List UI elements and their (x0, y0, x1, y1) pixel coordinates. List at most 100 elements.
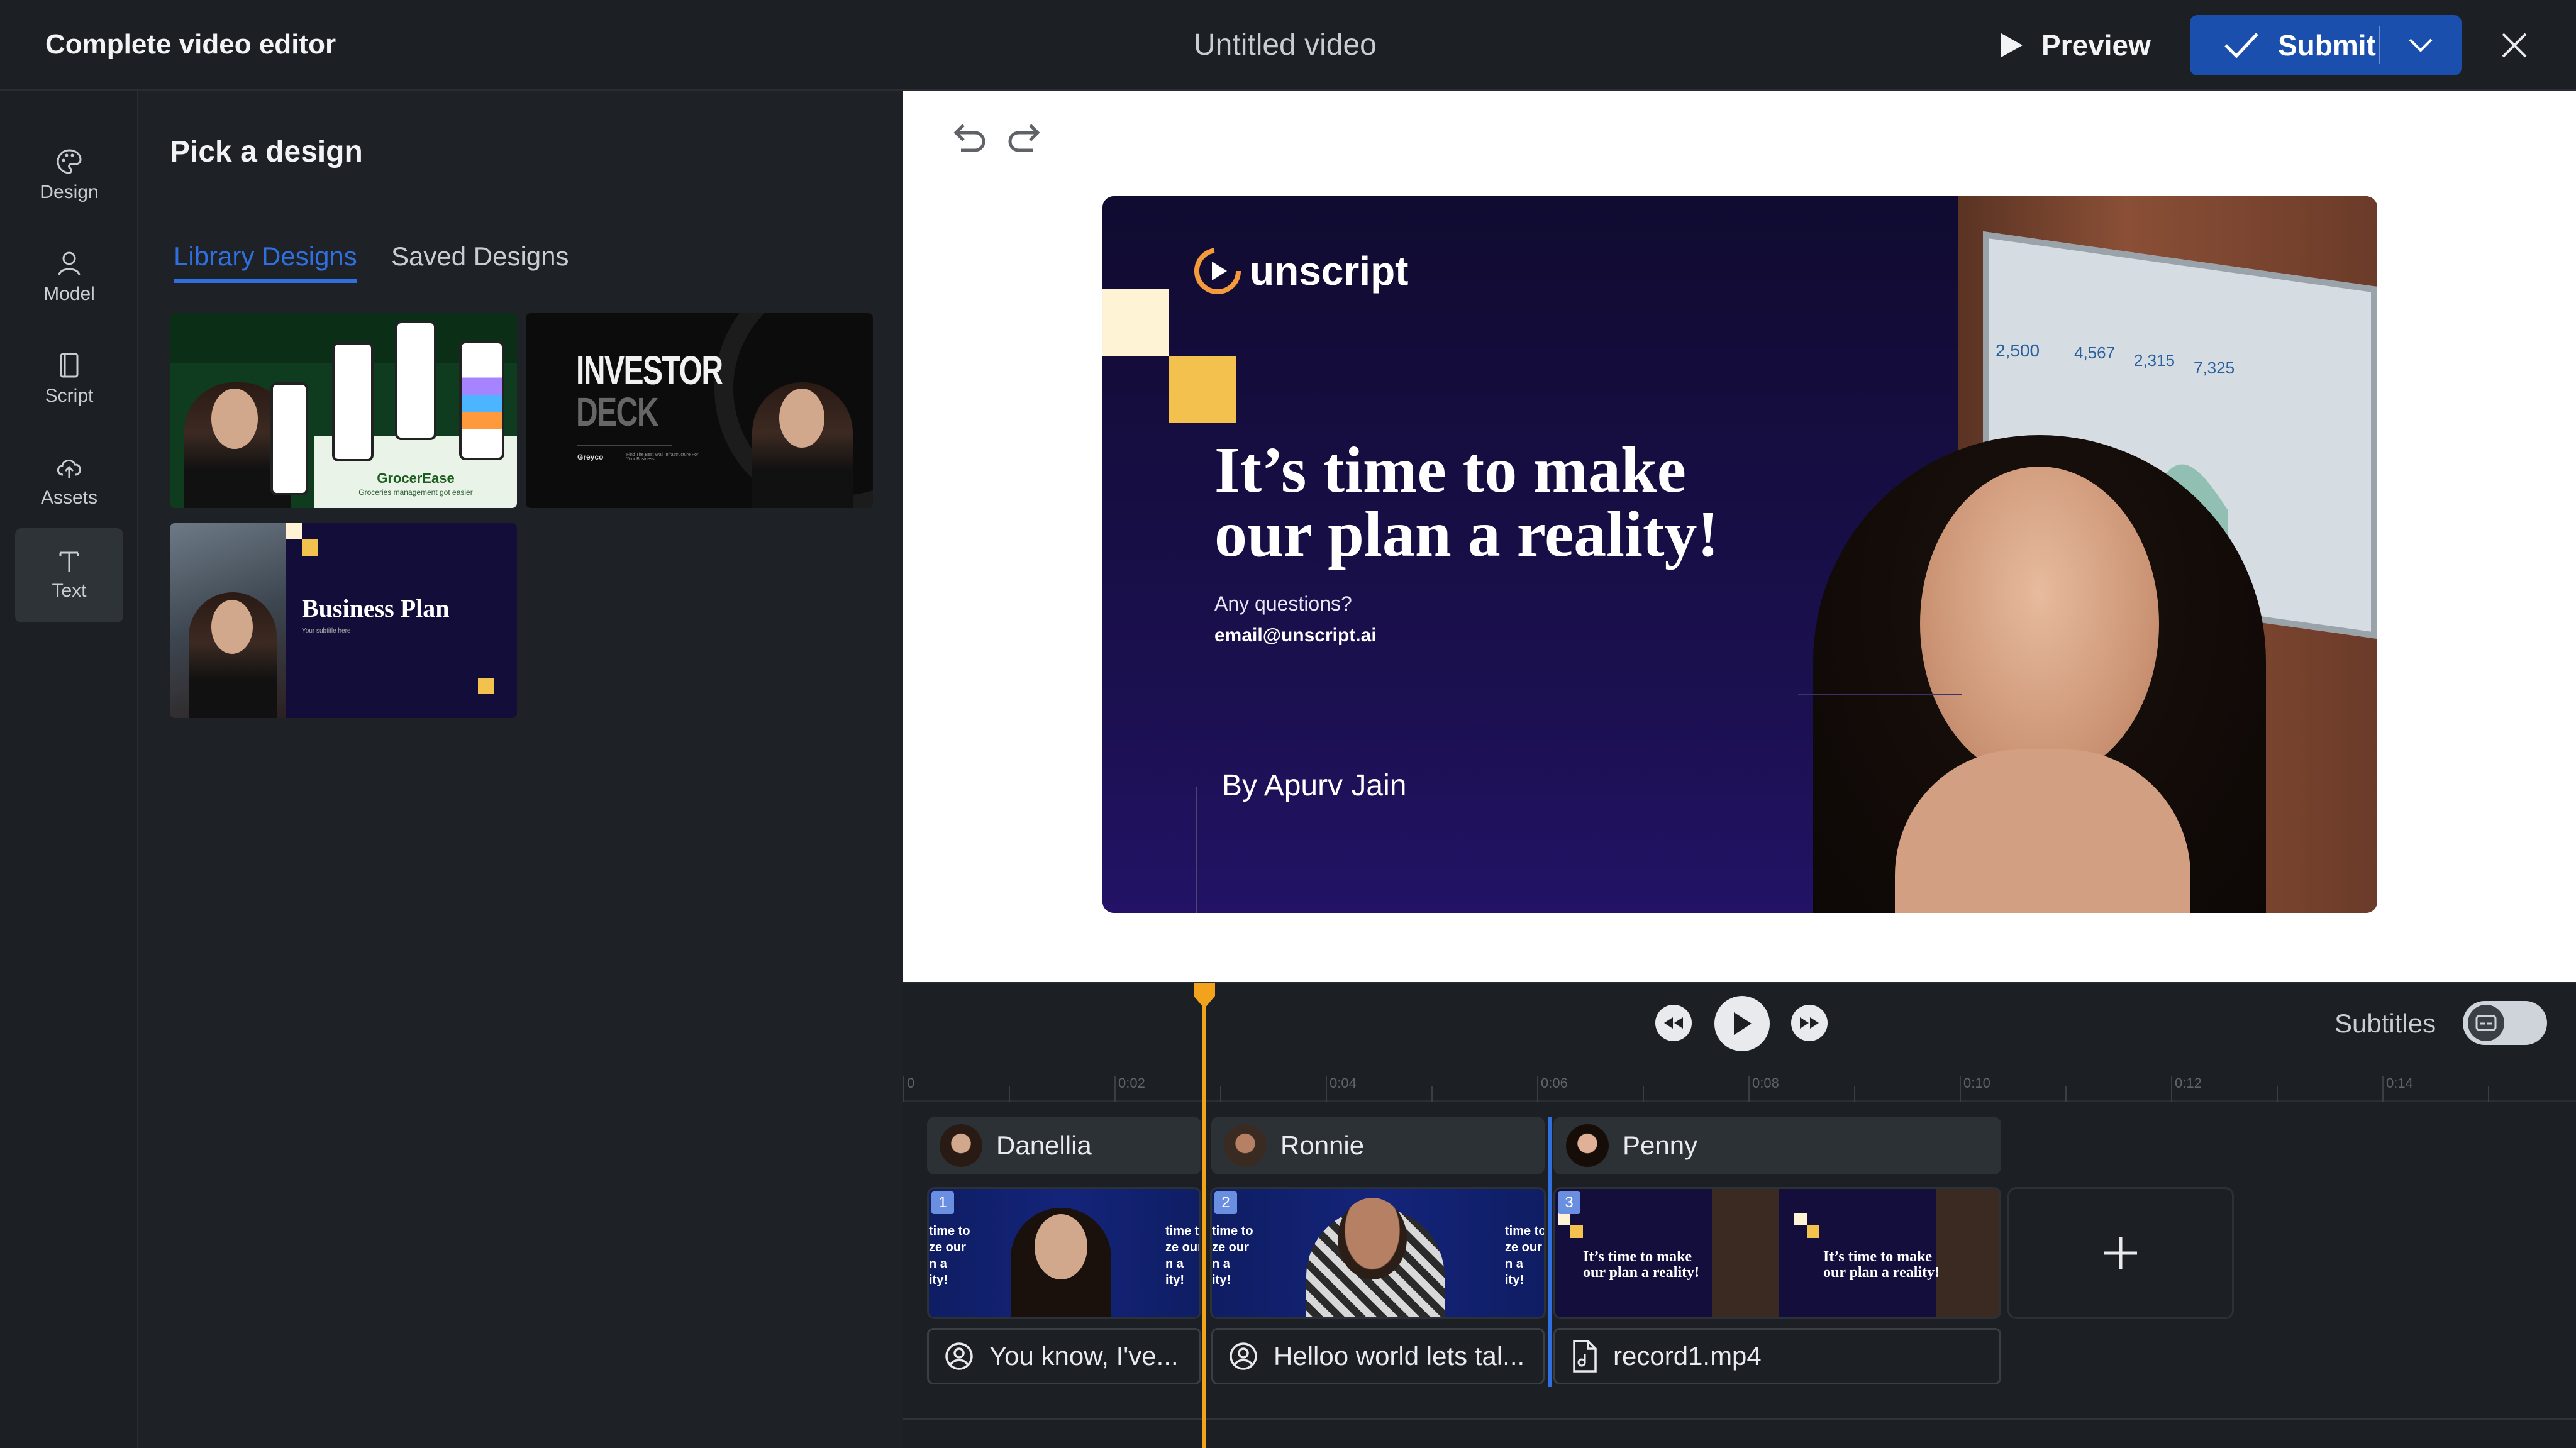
clip-text-right: time t ze our n a ity! (1165, 1224, 1201, 1287)
script-text: You know, I've... (989, 1341, 1179, 1371)
ruler-tick (2171, 1076, 2172, 1102)
laptop-stat-2: 4,567 (2074, 343, 2116, 362)
slide-square-yellow (1169, 356, 1236, 423)
avatar-script-icon (945, 1342, 973, 1370)
ruler-label: 0:02 (1118, 1075, 1145, 1091)
card-title: Business Plan (302, 594, 450, 622)
clip-text-right: time to ze our n a ity! (1505, 1224, 1546, 1287)
speaker-penny[interactable]: Penny (1553, 1117, 2001, 1174)
ruler-tick (1009, 1086, 1010, 1102)
rail-label-assets: Assets (40, 487, 98, 508)
tab-library-designs[interactable]: Library Designs (174, 241, 357, 283)
check-icon (2224, 33, 2258, 58)
design-card-investor-deck[interactable]: INVESTOR DECK Greyco Find The Best Wall … (526, 313, 873, 508)
presenter-face (211, 600, 253, 654)
ruler-tick (2065, 1086, 2067, 1102)
card-tagline: Find The Best Wall Infrastructure For Yo… (626, 453, 699, 461)
clip-text-right: It’s time to make our plan a reality! (1823, 1249, 1940, 1281)
script-text: record1.mp4 (1613, 1341, 1762, 1371)
ruler-label: 0:10 (1963, 1075, 1990, 1091)
card-rule (577, 445, 672, 446)
slide-square-light (1102, 289, 1169, 356)
timeline-clip-2[interactable]: time to ze our n a ity! time to ze our n… (1210, 1187, 1546, 1319)
video-title[interactable]: Untitled video (1194, 28, 1377, 62)
clip-square-light (1794, 1213, 1807, 1225)
panel-title: Pick a design (170, 135, 363, 169)
clip-text-left: time to ze our n a ity! (1212, 1224, 1253, 1287)
add-clip-button[interactable] (2007, 1187, 2234, 1319)
script-icon (60, 353, 79, 378)
playhead-handle[interactable] (1194, 983, 1215, 1009)
playhead-line[interactable] (1202, 983, 1206, 1448)
clip-presenter-face (1338, 1198, 1407, 1279)
play-button[interactable] (1714, 996, 1770, 1051)
timeline-bottom-divider (903, 1418, 2576, 1420)
rail-item-model[interactable]: Model (15, 230, 123, 324)
phone-mockup-4 (459, 341, 504, 460)
ruler-tick (1748, 1076, 1750, 1102)
toggle-knob (2468, 1005, 2504, 1041)
clip-number: 2 (1214, 1191, 1237, 1214)
clip-split-marker (1548, 1117, 1552, 1387)
fast-forward-icon (1800, 1017, 1819, 1029)
play-icon (1734, 1012, 1752, 1035)
timeline-panel: Subtitles 0 0:02 0:04 0:06 0:08 0:10 0:1… (903, 982, 2576, 1448)
person-icon (58, 251, 80, 275)
script-item-2[interactable]: Helloo world lets tal... (1211, 1328, 1545, 1384)
plus-icon (2104, 1237, 2137, 1269)
rewind-icon (1664, 1017, 1683, 1029)
submit-button[interactable]: Submit (2190, 15, 2379, 75)
ruler-label: 0:04 (1330, 1075, 1357, 1091)
timeline-clip-3[interactable]: It’s time to make our plan a reality! It… (1553, 1187, 2001, 1319)
timeline-clip-1[interactable]: time to ze our n a ity! time t ze our n … (927, 1187, 1201, 1319)
rail-item-script[interactable]: Script (15, 332, 123, 426)
fast-forward-button[interactable] (1791, 1005, 1828, 1041)
rail-label-script: Script (45, 385, 94, 406)
redo-button[interactable] (1004, 114, 1049, 160)
subtitles-toggle[interactable] (2463, 1001, 2547, 1045)
app-title: Complete video editor (45, 29, 336, 60)
submit-options-button[interactable] (2380, 15, 2462, 75)
subtitles-label: Subtitles (2334, 1009, 2436, 1038)
design-card-grocerease[interactable]: GrocerEase Groceries management got easi… (170, 313, 517, 508)
preview-button[interactable]: Preview (2000, 23, 2151, 68)
ruler-tick (1431, 1086, 1433, 1102)
ruler-label: 0:12 (2175, 1075, 2202, 1091)
avatar (1566, 1124, 1609, 1167)
script-item-3[interactable]: record1.mp4 (1553, 1328, 2001, 1384)
design-card-business-plan[interactable]: Business Plan Your subtitle here (170, 523, 517, 718)
undo-button[interactable] (945, 114, 990, 160)
card-subtitle: Groceries management got easier (358, 488, 473, 497)
clip-square-light (1558, 1213, 1570, 1225)
slide-preview[interactable]: 2,500 4,567 2,315 7,325 unscript It’s ti… (1102, 196, 2377, 913)
cloud-upload-icon (57, 460, 81, 478)
rail-item-text[interactable]: Text (15, 528, 123, 622)
ruler-label: 0:08 (1752, 1075, 1779, 1091)
script-item-1[interactable]: You know, I've... (927, 1328, 1201, 1384)
slide-headline-1: It’s time to make (1214, 434, 1686, 506)
submit-label: Submit (2278, 29, 2376, 62)
rewind-button[interactable] (1655, 1005, 1692, 1041)
tab-saved-designs[interactable]: Saved Designs (391, 241, 569, 279)
clip-square-yellow (1807, 1225, 1819, 1238)
speaker-ronnie[interactable]: Ronnie (1211, 1117, 1545, 1174)
rail-item-assets[interactable]: Assets (15, 434, 123, 528)
script-text: Helloo world lets tal... (1274, 1341, 1525, 1371)
top-bar: Complete video editor Untitled video Pre… (0, 0, 2576, 91)
avatar (1224, 1124, 1267, 1167)
timeline-ruler[interactable]: 0 0:02 0:04 0:06 0:08 0:10 0:12 0:14 (903, 1058, 2576, 1102)
presenter-face (211, 389, 258, 449)
laptop-stat-4: 7,325 (2194, 358, 2235, 377)
rail-item-design[interactable]: Design (15, 128, 123, 223)
ruler-tick (1220, 1086, 1221, 1102)
phone-mockup-3 (395, 321, 436, 440)
ruler-tick (1960, 1076, 1961, 1102)
card-subtitle: Your subtitle here (302, 627, 351, 634)
chevron-down-icon (2409, 38, 2433, 52)
text-icon (59, 551, 79, 572)
ruler-tick (1114, 1076, 1116, 1102)
speaker-danellia[interactable]: Danellia (927, 1117, 1201, 1174)
unscript-logo-icon (1194, 248, 1241, 294)
close-button[interactable] (2494, 25, 2534, 65)
captions-icon (2475, 1015, 2497, 1031)
